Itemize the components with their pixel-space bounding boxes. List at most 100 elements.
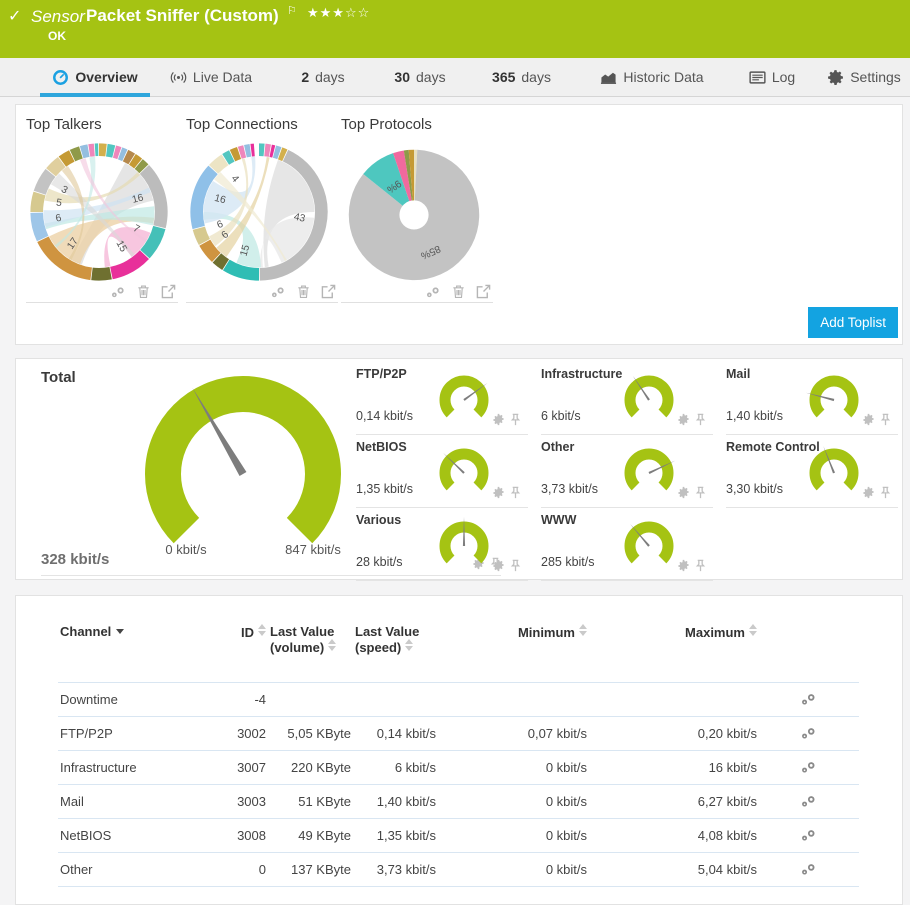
gear-icon[interactable] <box>677 486 690 499</box>
column-header-label: Last Value (volume) <box>270 624 334 655</box>
edit-gears-icon[interactable] <box>801 861 817 876</box>
column-header-channel[interactable]: Channel <box>58 624 208 639</box>
table-row-downtime: Downtime-4 <box>58 683 859 717</box>
pin-icon[interactable] <box>694 413 707 426</box>
divider <box>541 580 713 581</box>
row-actions <box>759 861 859 879</box>
tab-settings[interactable]: Settings <box>820 58 908 96</box>
edit-gears-icon[interactable] <box>801 725 817 740</box>
add-toplist-button[interactable]: Add Toplist <box>808 307 898 338</box>
channel-gauge-netbios: NetBIOS1,35 kbit/s <box>356 436 528 508</box>
channel-gauge-various: Various28 kbit/s <box>356 509 528 581</box>
gauge-channel-value: 1,35 kbit/s <box>356 482 413 496</box>
sort-toggle-icon[interactable] <box>328 639 336 651</box>
gauge-channel-name: Infrastructure <box>541 367 622 381</box>
gauge-channel-value: 3,30 kbit/s <box>726 482 783 496</box>
cell-channel: Mail <box>58 794 208 809</box>
open-external-icon[interactable] <box>476 284 491 299</box>
column-header-last-value-volume-[interactable]: Last Value (volume) <box>268 624 353 655</box>
open-external-icon[interactable] <box>321 284 336 299</box>
gear-icon[interactable] <box>492 413 505 426</box>
total-gauge <box>118 369 368 569</box>
sensor-status-badge: OK <box>48 29 66 43</box>
column-header-minimum[interactable]: Minimum <box>438 624 589 640</box>
gauge-cell-actions <box>677 413 707 426</box>
gauge-channel-name: Various <box>356 513 401 527</box>
gauge-channel-name: WWW <box>541 513 576 527</box>
channel-gauge <box>432 371 496 429</box>
gauges-panel: Total 0 kbit/s 847 kbit/s 328 kbit/s FTP… <box>15 358 903 580</box>
tab-label: Log <box>772 69 795 85</box>
gear-icon[interactable] <box>492 486 505 499</box>
column-header-maximum[interactable]: Maximum <box>589 624 759 640</box>
gear-icon[interactable] <box>677 559 690 572</box>
cell-channel: Downtime <box>58 692 208 707</box>
edit-gears-icon[interactable] <box>271 284 286 299</box>
tab-label: days <box>315 69 345 85</box>
table-row-infrastructure: Infrastructure3007220 KByte6 kbit/s0 kbi… <box>58 751 859 785</box>
tab-live-data[interactable]: Live Data <box>152 58 270 96</box>
pin-icon[interactable] <box>694 559 707 572</box>
edit-gears-icon[interactable] <box>801 793 817 808</box>
channel-gauge <box>802 444 866 502</box>
toplist-cell-top-protocols: Top Protocols85%9% <box>341 105 493 305</box>
settings-icon <box>827 69 844 86</box>
edit-gears-icon[interactable] <box>801 759 817 774</box>
cell-last_speed: 1,40 kbit/s <box>353 794 438 809</box>
gauge-cell-actions <box>862 486 892 499</box>
sensor-kind-label: Sensor <box>31 7 85 27</box>
gauge-channel-value: 285 kbit/s <box>541 555 595 569</box>
pin-icon[interactable] <box>509 413 522 426</box>
cell-last_speed: 6 kbit/s <box>353 760 438 775</box>
pin-icon[interactable] <box>509 486 522 499</box>
edit-gears-icon[interactable] <box>426 284 441 299</box>
delete-icon[interactable] <box>296 284 311 299</box>
edit-gears-icon[interactable] <box>801 827 817 842</box>
cell-last_volume: 220 KByte <box>268 760 353 775</box>
tab-overview[interactable]: Overview <box>40 58 150 96</box>
column-header-id[interactable]: ID <box>208 624 268 640</box>
tab-log[interactable]: Log <box>733 58 811 96</box>
gear-icon[interactable] <box>862 413 875 426</box>
sort-toggle-icon[interactable] <box>749 624 757 636</box>
column-header-last-value-speed-[interactable]: Last Value (speed) <box>353 624 438 655</box>
sort-toggle-icon[interactable] <box>258 624 266 636</box>
open-external-icon[interactable] <box>161 284 176 299</box>
channel-gauge <box>432 517 496 575</box>
sort-toggle-icon[interactable] <box>405 639 413 651</box>
table-row-ftp-p2p: FTP/P2P30025,05 KByte0,14 kbit/s0,07 kbi… <box>58 717 859 751</box>
divider <box>26 302 178 303</box>
tab-historic-data[interactable]: Historic Data <box>588 58 716 96</box>
divider <box>356 434 528 435</box>
edit-gears-icon[interactable] <box>111 284 126 299</box>
tab-30-days[interactable]: 30days <box>376 58 464 96</box>
delete-icon[interactable] <box>136 284 151 299</box>
flag-icon[interactable]: ⚐ <box>287 4 297 17</box>
divider <box>726 434 898 435</box>
gauge-channel-value: 6 kbit/s <box>541 409 581 423</box>
edit-gears-icon[interactable] <box>801 691 817 706</box>
gear-icon[interactable] <box>677 413 690 426</box>
pin-icon[interactable] <box>694 486 707 499</box>
gauge-channel-value: 3,73 kbit/s <box>541 482 598 496</box>
pin-icon[interactable] <box>879 486 892 499</box>
channel-gauge <box>617 371 681 429</box>
sort-toggle-icon[interactable] <box>579 624 587 636</box>
pin-icon[interactable] <box>879 413 892 426</box>
tab-365-days[interactable]: 365days <box>474 58 569 96</box>
total-gauge-title: Total <box>41 369 76 386</box>
pin-icon[interactable] <box>509 559 522 572</box>
divider <box>186 302 338 303</box>
table-row-other: Other0137 KByte3,73 kbit/s0 kbit/s5,04 k… <box>58 853 859 887</box>
delete-icon[interactable] <box>451 284 466 299</box>
gear-icon[interactable] <box>492 559 505 572</box>
cell-last_volume: 137 KByte <box>268 862 353 877</box>
channel-gauge <box>802 371 866 429</box>
sort-desc-icon[interactable] <box>116 629 124 634</box>
column-header-label: Minimum <box>518 625 575 640</box>
tab-2-days[interactable]: 2days <box>283 58 363 96</box>
priority-stars[interactable]: ★★★☆☆ <box>307 5 370 21</box>
gauge-cell-actions <box>677 486 707 499</box>
gear-icon[interactable] <box>862 486 875 499</box>
table-row-mail: Mail300351 KByte1,40 kbit/s0 kbit/s6,27 … <box>58 785 859 819</box>
